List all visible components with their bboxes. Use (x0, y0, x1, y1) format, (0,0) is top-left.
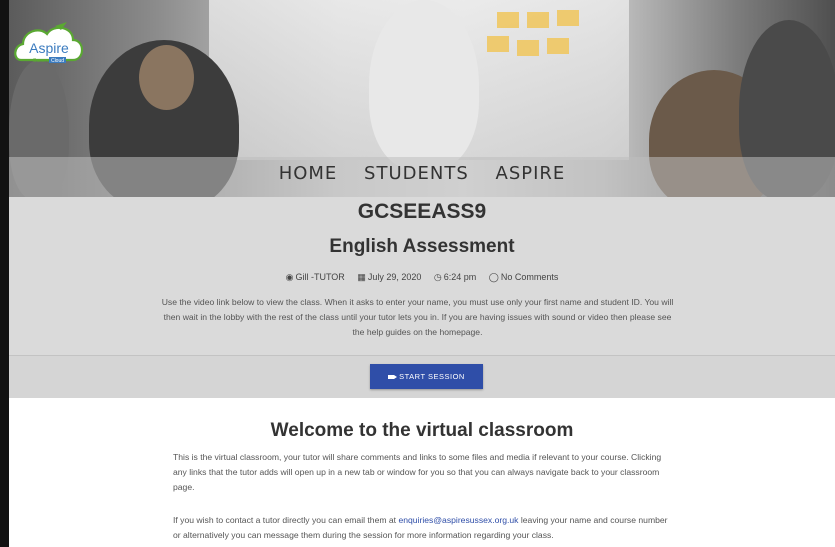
nav-item-aspire[interactable]: ASPIRE (496, 163, 566, 184)
sticky-note (547, 38, 569, 54)
sticky-note (527, 12, 549, 28)
course-title: English Assessment (329, 236, 515, 257)
nav-item-home[interactable]: HOME (279, 163, 338, 184)
sticky-note (557, 10, 579, 26)
aspire-logo[interactable]: Aspire Sussex Cloud (11, 16, 87, 74)
meta-time: ◷ 6:24 pm (433, 272, 477, 282)
user-icon: ◉ (285, 272, 294, 282)
svg-text:Sussex: Sussex (33, 58, 50, 64)
sticky-note (497, 12, 519, 28)
clock-icon: ◷ (433, 272, 442, 282)
meta-author[interactable]: ◉ Gill -TUTOR (286, 272, 345, 282)
person-head (139, 45, 194, 110)
nav-item-students[interactable]: STUDENTS (364, 163, 469, 184)
sticky-note (517, 40, 539, 56)
meta-date: ▦ July 29, 2020 (357, 272, 422, 282)
meta-comments[interactable]: ◯ No Comments (489, 272, 559, 282)
video-camera-icon (388, 374, 398, 379)
window-edge (0, 0, 9, 547)
comment-icon: ◯ (488, 272, 499, 282)
page: Aspire Sussex Cloud HOME STUDENTS ASPIRE… (0, 0, 835, 547)
main-nav: HOME STUDENTS ASPIRE (9, 163, 835, 184)
post-meta: ◉ Gill -TUTOR ▦ July 29, 2020 ◷ 6:24 pm ◯ No… (9, 272, 835, 283)
welcome-heading: Welcome to the virtual classroom (270, 420, 574, 441)
start-session-button[interactable]: START SESSION (370, 364, 483, 389)
course-code: GCSEEASS9 (357, 200, 487, 223)
svg-text:Aspire: Aspire (29, 40, 69, 56)
contact-paragraph: If you wish to contact a tutor directly … (173, 515, 668, 540)
email-link[interactable]: enquiries@aspiresussex.org.uk (398, 515, 518, 525)
sticky-note (487, 36, 509, 52)
person-silhouette (369, 0, 479, 170)
intro-text: Use the video link below to view the cla… (161, 297, 674, 337)
calendar-icon: ▦ (357, 272, 366, 282)
welcome-paragraph: This is the virtual classroom, your tuto… (173, 452, 662, 492)
svg-text:Cloud: Cloud (51, 58, 64, 64)
